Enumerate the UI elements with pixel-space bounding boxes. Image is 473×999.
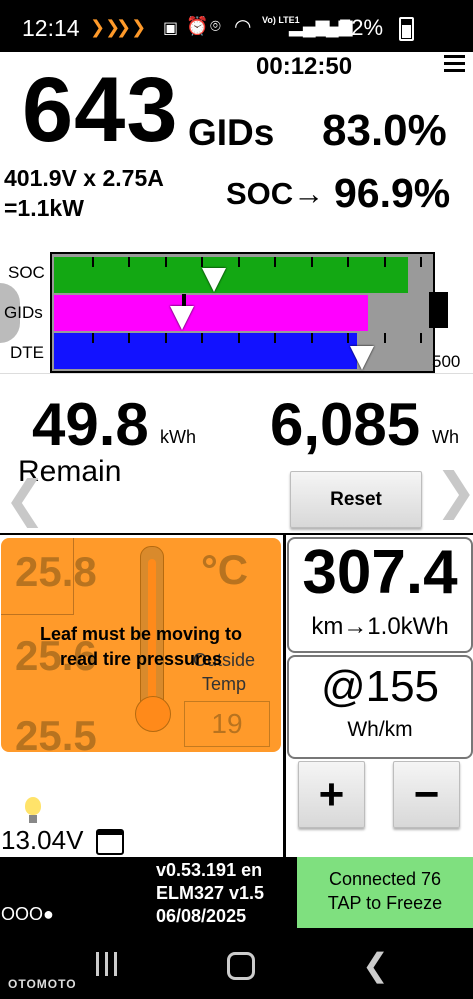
battery-cap — [429, 292, 448, 328]
connection-line2: TAP to Freeze — [327, 892, 443, 913]
tire-temp-front: 25.8 — [15, 548, 97, 595]
tire-temp-rear: 25.5 — [15, 712, 97, 759]
connection-line1: Connected 76 — [328, 868, 442, 889]
bar-tick — [128, 333, 130, 343]
app-notification-icon: ❯❯ — [116, 17, 147, 37]
temp-unit: °C — [201, 546, 249, 593]
location-icon: ⌾ — [210, 16, 221, 36]
bar-gauge-frame — [50, 252, 435, 373]
hamburger-menu-icon[interactable] — [444, 55, 465, 72]
footer-date: 06/08/2025 — [156, 906, 247, 926]
range-rate: km→1.0kWh — [311, 613, 449, 640]
bar-tick — [201, 333, 203, 343]
navigation-bar: ❮ OTOMOTO — [0, 930, 473, 999]
soc-value: 96.9% — [334, 170, 451, 216]
divider — [0, 533, 473, 535]
tire-pressure-message: Leaf must be moving to read tire pressur… — [39, 624, 243, 669]
efficiency-box[interactable]: @155 Wh/km — [287, 655, 473, 759]
reset-button[interactable]: Reset — [290, 471, 422, 528]
session-timer: 00:12:50 — [256, 53, 353, 80]
total-energy-value: 6,085 — [270, 391, 421, 458]
back-icon[interactable]: ❮ — [362, 946, 389, 984]
range-box[interactable]: 307.4 km→1.0kWh — [287, 537, 473, 653]
battery-saver-icon: ▣ — [163, 20, 179, 37]
bar-tick — [164, 333, 167, 343]
bar-label-soc: SOC — [8, 263, 45, 282]
footer-bar: OOO● v0.53.191 en ELM327 v1.5 06/08/2025… — [0, 857, 473, 930]
bar-tick — [237, 333, 240, 343]
bar-tick — [420, 257, 422, 267]
bar-tick — [383, 257, 386, 267]
gids-marker — [170, 306, 194, 330]
aux-battery-voltage: 13.04V — [1, 825, 84, 855]
plus-button[interactable]: + — [298, 761, 365, 828]
dte-marker — [350, 346, 374, 370]
wifi-icon: ◠ — [234, 16, 252, 38]
bar-tick — [164, 257, 167, 267]
bar-tick — [91, 257, 94, 267]
power: =1.1kW — [4, 195, 84, 221]
voltage-current: 401.9V x 2.75A — [4, 165, 164, 191]
recent-apps-icon[interactable] — [96, 952, 118, 976]
gids-bar — [54, 295, 368, 331]
watermark: OTOMOTO — [8, 977, 77, 991]
divider — [283, 533, 286, 857]
dte-ticks — [55, 333, 422, 345]
bar-tick — [91, 333, 94, 343]
efficiency-unit: Wh/km — [347, 718, 413, 741]
bar-tick — [347, 333, 349, 343]
total-energy-unit: Wh — [432, 427, 459, 447]
app-version: v0.53.191 en — [156, 860, 263, 880]
bar-tick — [347, 257, 349, 267]
minus-button[interactable]: − — [393, 761, 460, 828]
gids-unit: GIDs — [188, 112, 275, 153]
thermometer-bulb — [135, 696, 171, 732]
bar-tick — [420, 333, 422, 343]
bar-tick — [383, 333, 386, 343]
scale-max-label: 500 — [432, 352, 461, 371]
status-bar: 12:14 ❯❯ ❯❯ ▣ ⏰ ⌾ ◠ Vo) LTE1 ▂▄▆ ▂▄▆ 72% — [0, 0, 473, 52]
next-page-icon[interactable]: ❯ — [435, 462, 473, 520]
remain-unit: kWh — [160, 427, 196, 447]
bar-label-dte: DTE — [10, 343, 44, 362]
gids-tick — [182, 294, 186, 306]
outside-temp-value: 19 — [184, 701, 270, 747]
battery-icon — [399, 17, 414, 41]
gids-percent: 83.0% — [322, 106, 447, 155]
bar-tick — [274, 257, 276, 267]
page-dots: OOO● — [1, 904, 54, 924]
home-icon[interactable] — [227, 952, 255, 980]
gids-value: 643 — [22, 59, 179, 161]
battery-percent: 72% — [339, 15, 384, 40]
soc-marker — [202, 268, 226, 292]
prev-page-icon[interactable]: ❮ — [4, 470, 46, 528]
bar-tick — [237, 257, 240, 267]
lightbulb-icon — [25, 797, 41, 815]
soc-label: SOC→ — [226, 176, 325, 211]
bar-tick — [128, 257, 130, 267]
remain-value: 49.8 — [32, 391, 149, 458]
efficiency-value: @155 — [320, 662, 440, 711]
connection-status-button[interactable]: Connected 76 TAP to Freeze — [297, 857, 473, 928]
lightbulb-base — [29, 815, 37, 823]
clock: 12:14 — [22, 15, 80, 41]
range-distance: 307.4 — [302, 537, 458, 607]
calendar-icon[interactable] — [96, 829, 124, 855]
bar-tick — [310, 333, 313, 343]
alarm-icon: ⏰ — [186, 16, 209, 36]
adapter-version: ELM327 v1.5 — [156, 883, 265, 903]
bar-tick — [274, 333, 276, 343]
soc-ticks — [55, 257, 422, 269]
bar-label-gids: GIDs — [4, 303, 43, 322]
tire-temperature-panel[interactable]: 25.8 25.6 25.5 °C Outside Temp 19 Leaf m… — [1, 538, 281, 759]
bar-tick — [201, 257, 203, 267]
bar-tick — [310, 257, 313, 267]
